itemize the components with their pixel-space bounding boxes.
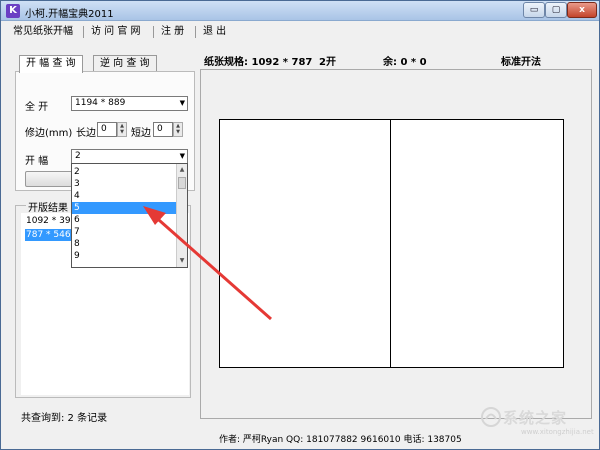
kaifu-value: 2: [75, 151, 81, 161]
dropdown-option-selected[interactable]: 5: [72, 202, 176, 214]
dropdown-option[interactable]: 3: [72, 178, 176, 190]
maximize-button[interactable]: ▢: [545, 2, 567, 18]
remainder-label: 余: 0 * 0: [383, 57, 427, 68]
kaifu-dropdown-list[interactable]: 2 3 4 5 6 7 8 9 ▲ ▼: [71, 163, 188, 268]
short-edge-input[interactable]: 0: [153, 122, 173, 137]
chevron-down-icon: ▼: [179, 152, 185, 160]
menu-separator: [195, 26, 196, 38]
trim-label: 修边(mm): [25, 128, 73, 139]
dropdown-scrollbar[interactable]: ▲ ▼: [176, 164, 187, 267]
long-edge-input[interactable]: 0: [97, 122, 117, 137]
full-open-label: 全 开: [25, 102, 49, 113]
app-window: K 小柯.开幅宝典2011 ▭ ▢ x 常见纸张开幅 访 问 官 网 注 册 退…: [0, 0, 600, 450]
window-title: 小柯.开幅宝典2011: [25, 9, 114, 20]
dropdown-option[interactable]: 2: [72, 166, 176, 178]
full-open-value: 1194 * 889: [75, 98, 126, 108]
title-bar: K 小柯.开幅宝典2011 ▭ ▢ x: [1, 1, 599, 21]
menu-register[interactable]: 注 册: [161, 24, 184, 40]
kai-count-label: 2开: [319, 57, 336, 68]
app-logo-icon: K: [6, 4, 20, 18]
method-label: 标准开法: [501, 57, 541, 68]
scroll-down-icon[interactable]: ▼: [177, 256, 187, 266]
minimize-button[interactable]: ▭: [523, 2, 545, 18]
dropdown-option[interactable]: 9: [72, 250, 176, 262]
tab-reverse-query[interactable]: 逆 向 查 询: [93, 55, 157, 72]
dropdown-option[interactable]: 6: [72, 214, 176, 226]
menu-separator: [83, 26, 84, 38]
kaifu-label: 开 幅: [25, 156, 49, 167]
paper-cut-line: [390, 119, 391, 368]
menu-common-paper[interactable]: 常见纸张开幅: [13, 24, 73, 40]
watermark-url: www.xitongzhijia.net: [521, 428, 594, 436]
list-item[interactable]: 1092 * 393: [25, 215, 76, 227]
menu-separator: [153, 26, 154, 38]
short-edge-stepper[interactable]: ▲ ▼: [173, 122, 183, 137]
menu-visit-site[interactable]: 访 问 官 网: [91, 24, 141, 40]
paper-size-label: 纸张规格: 1092 * 787: [204, 57, 313, 68]
close-button[interactable]: x: [567, 2, 597, 18]
full-open-select[interactable]: 1194 * 889 ▼: [71, 96, 188, 111]
scroll-up-icon[interactable]: ▲: [177, 165, 187, 175]
dropdown-option[interactable]: 7: [72, 226, 176, 238]
kaifu-select[interactable]: 2 ▼: [71, 149, 188, 164]
menu-exit[interactable]: 退 出: [203, 24, 226, 40]
record-count: 共查询到: 2 条记录: [21, 413, 108, 424]
chevron-down-icon: ▼: [179, 99, 185, 107]
list-item[interactable]: 787 * 546: [25, 229, 71, 241]
paper-preview: [219, 119, 564, 368]
watermark-text: 系统之家: [503, 409, 568, 427]
watermark-logo-icon: [481, 407, 501, 427]
watermark: 系统之家 www.xitongzhijia.net: [481, 401, 594, 441]
dropdown-option[interactable]: 8: [72, 238, 176, 250]
scroll-thumb[interactable]: [178, 177, 186, 189]
author-footer: 作者: 严柯Ryan QQ: 181077882 9616010 电话: 138…: [219, 435, 462, 445]
tab-kaifu-query[interactable]: 开 幅 查 询: [19, 55, 83, 73]
long-edge-stepper[interactable]: ▲ ▼: [117, 122, 127, 137]
long-edge-label: 长边: [76, 128, 96, 139]
dropdown-option[interactable]: 4: [72, 190, 176, 202]
short-edge-label: 短边: [131, 128, 151, 139]
